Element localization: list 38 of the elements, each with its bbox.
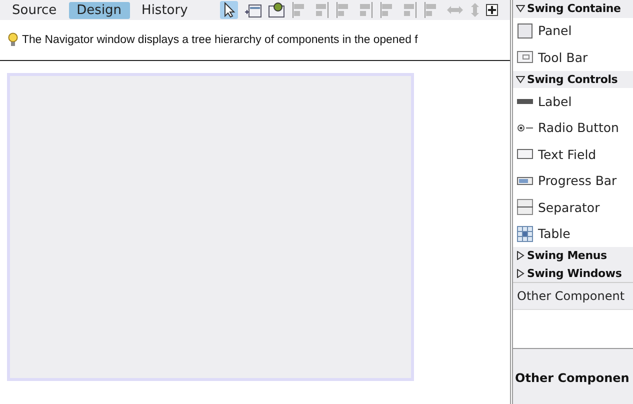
view-tab[interactable]: Source — [4, 2, 65, 18]
connection-mode-icon[interactable] — [244, 2, 262, 18]
lightbulb-icon — [8, 32, 18, 48]
align-icon[interactable] — [402, 2, 418, 18]
other-components-header[interactable]: Other Component — [513, 282, 633, 310]
palette-item[interactable]: Table — [513, 220, 633, 247]
palette-category[interactable]: Swing Windows — [513, 264, 633, 282]
palette-item[interactable]: Tool Bar — [513, 44, 633, 70]
view-tab[interactable]: History — [134, 2, 196, 18]
table-icon — [517, 226, 533, 242]
view-tab[interactable]: Design — [68, 2, 130, 18]
palette-item[interactable]: Separator — [513, 194, 633, 220]
selection-mode-button[interactable] — [220, 1, 238, 19]
grid-icon[interactable] — [486, 4, 498, 16]
panel-icon — [517, 22, 533, 39]
radio-icon — [517, 122, 533, 133]
palette-item[interactable]: Label — [513, 88, 633, 115]
align-icon[interactable] — [358, 2, 374, 18]
align-icon[interactable] — [314, 2, 330, 18]
toolbar-icon — [517, 51, 533, 64]
preview-icon[interactable] — [268, 2, 286, 18]
palette-item[interactable]: Panel — [513, 18, 633, 44]
hint-text: The Navigator window displays a tree hierarchy of components in the opened f — [22, 34, 418, 46]
palette-category[interactable]: Swing Menus — [513, 246, 633, 264]
palette-item[interactable]: Progress Bar — [513, 167, 633, 194]
resize-arrow-icon[interactable] — [470, 2, 480, 18]
separator-icon — [517, 199, 533, 216]
properties-title: Other Componen — [515, 371, 630, 385]
text-field-icon — [517, 148, 533, 160]
palette-item[interactable]: Radio Button — [513, 114, 633, 141]
progress-bar-icon — [517, 176, 533, 186]
resize-arrow-icon[interactable] — [446, 4, 464, 16]
expanded-triangle-icon — [516, 4, 525, 14]
label-icon — [517, 96, 533, 106]
palette-category[interactable]: Swing Containe — [513, 0, 633, 18]
palette-category[interactable]: Swing Controls — [513, 70, 633, 88]
expanded-triangle-icon — [516, 74, 525, 84]
palette-item[interactable]: Text Field — [513, 141, 633, 168]
